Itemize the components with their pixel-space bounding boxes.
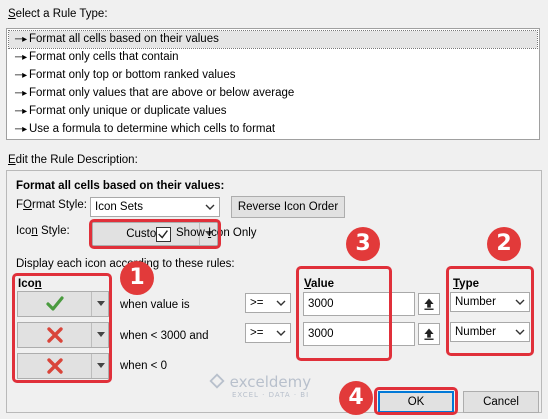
chevron-down-icon [205, 204, 215, 210]
cancel-button[interactable]: Cancel [463, 391, 539, 413]
reverse-icon-order-button[interactable]: Reverse Icon Order [231, 196, 345, 218]
rule-type-list[interactable]: ─▸ Format all cells based on their values… [6, 28, 540, 140]
rule-type-item[interactable]: ─▸ Format only top or bottom ranked value… [9, 67, 537, 84]
callout-badge: 1 [120, 261, 154, 295]
callout-badge: 4 [339, 381, 373, 415]
arrow-icon: ─▸ [15, 124, 28, 135]
operator-value: >= [250, 327, 264, 339]
select-rule-type-title-rest: elect a Rule Type: [15, 8, 108, 20]
collapse-dialog-icon [424, 298, 434, 310]
rule-condition-text: when < 0 [120, 360, 167, 372]
range-picker-button-row-1[interactable] [418, 293, 440, 315]
label-part: F [16, 199, 24, 211]
ok-button-highlight [374, 387, 458, 415]
label-accesskey: O [23, 199, 32, 211]
rule-type-item[interactable]: ─▸ Format only cells that contain [9, 49, 537, 66]
rule-type-label: Format only unique or duplicate values [29, 105, 227, 117]
label-part: Style: [37, 225, 70, 237]
rule-type-label: Format only cells that contain [29, 51, 179, 63]
watermark-name: exceldemy [229, 373, 312, 391]
arrow-icon: ─▸ [15, 106, 28, 117]
arrow-icon: ─▸ [15, 88, 28, 99]
rule-type-item[interactable]: ─▸ Format only unique or duplicate values [9, 103, 537, 120]
icon-column-highlight [12, 273, 112, 383]
label-part: Ico [16, 225, 32, 237]
arrow-icon: ─▸ [15, 34, 28, 45]
select-rule-type-title-accesskey: S [8, 8, 16, 20]
format-style-value: Icon Sets [95, 201, 143, 213]
rule-type-item[interactable]: ─▸ Format all cells based on their values [8, 30, 538, 49]
icon-style-highlight [89, 219, 221, 249]
rule-condition-text: when value is [120, 299, 190, 311]
watermark: exceldemy EXCEL · DATA · BI [208, 372, 311, 399]
chevron-down-icon [276, 330, 286, 336]
rule-type-label: Use a formula to determine which cells t… [29, 123, 276, 135]
operator-value: >= [250, 297, 264, 309]
type-column-highlight [446, 266, 534, 356]
icon-style-label: Icon Style: [16, 225, 70, 237]
format-style-select[interactable]: Icon Sets [90, 197, 220, 217]
select-rule-type-title: Select a Rule Type: [8, 8, 108, 20]
rule-type-item[interactable]: ─▸ Use a formula to determine which cells… [9, 121, 537, 138]
callout-badge: 3 [346, 227, 380, 261]
rule-type-label: Format only values that are above or bel… [29, 87, 295, 99]
edit-rule-title-accesskey: E [8, 154, 16, 166]
format-style-label: FOrmat Style: [16, 199, 87, 211]
section-title: Format all cells based on their values: [16, 180, 225, 192]
arrow-icon: ─▸ [15, 52, 28, 63]
range-picker-button-row-2[interactable] [418, 323, 440, 345]
edit-rule-title-rest: dit the Rule Description: [15, 154, 138, 166]
label-part: rmat Style: [31, 199, 87, 211]
rule-type-item[interactable]: ─▸ Format only values that are above or b… [9, 85, 537, 102]
value-column-highlight [296, 266, 392, 361]
chevron-down-icon [276, 300, 286, 306]
rule-condition-text: when < 3000 and [120, 330, 209, 342]
rule-type-label: Format all cells based on their values [29, 33, 219, 45]
collapse-dialog-icon [424, 328, 434, 340]
rule-type-label: Format only top or bottom ranked values [29, 69, 236, 81]
edit-rule-description-title: Edit the Rule Description: [8, 154, 138, 166]
watermark-tagline: EXCEL · DATA · BI [232, 391, 310, 399]
callout-badge: 2 [487, 227, 521, 261]
operator-select-row-1[interactable]: >= [245, 293, 291, 313]
arrow-icon: ─▸ [15, 70, 28, 81]
exceldemy-logo-icon [209, 373, 225, 389]
operator-select-row-2[interactable]: >= [245, 323, 291, 343]
